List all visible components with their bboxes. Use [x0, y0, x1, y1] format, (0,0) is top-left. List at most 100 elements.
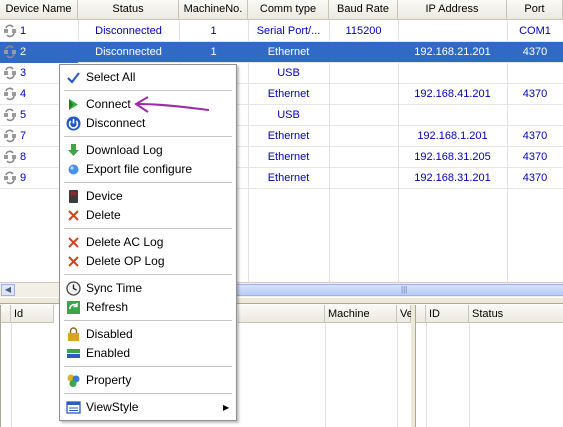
device-name-text: 2	[20, 46, 27, 58]
menu-sync-time[interactable]: Sync Time	[63, 279, 233, 298]
check-icon	[67, 72, 80, 84]
baud-rate-cell	[329, 105, 398, 126]
blue-dot-icon	[68, 164, 79, 175]
device-name-text: 1	[20, 25, 27, 37]
menu-delete-ac-log[interactable]: Delete AC Log	[63, 233, 233, 252]
baud-rate-cell	[329, 84, 398, 105]
menu-enabled-label: Enabled	[86, 346, 131, 360]
device-name-text: 3	[20, 67, 27, 79]
col-id-r[interactable]: ID	[426, 305, 469, 323]
col-device-name[interactable]: Device Name	[0, 0, 78, 20]
status-cell: Disconnected	[95, 25, 162, 37]
col-blank-2[interactable]	[238, 305, 325, 323]
connect-icon	[69, 99, 78, 110]
menu-export-file[interactable]: Export file configure	[63, 160, 233, 179]
comm-type-cell: Ethernet	[267, 46, 310, 58]
ip-address-cell	[398, 21, 507, 42]
clock-icon	[66, 281, 81, 296]
device-link-icon	[4, 45, 16, 59]
col-machine[interactable]: Machine	[325, 305, 397, 323]
col-ip-address[interactable]: IP Address	[398, 0, 507, 20]
device-name-text: 8	[20, 151, 27, 163]
ip-address-cell: 192.168.21.201	[414, 46, 491, 58]
delete-x-icon	[68, 210, 79, 221]
ip-address-cell: 192.168.31.201	[414, 172, 491, 184]
device-link-icon	[4, 24, 16, 38]
menu-disabled[interactable]: Disabled	[63, 325, 233, 344]
device-name-text: 5	[20, 109, 27, 121]
menu-select-all[interactable]: Select All	[63, 68, 233, 87]
menu-device[interactable]: Device	[63, 187, 233, 206]
col-machine-no[interactable]: MachineNo.	[179, 0, 248, 20]
menu-connect-label: Connect	[86, 97, 131, 111]
menu-viewstyle[interactable]: ViewStyle ▶	[63, 398, 233, 417]
menu-refresh-label: Refresh	[86, 300, 129, 314]
port-cell: 4370	[522, 130, 548, 142]
menu-delete-ac-label: Delete AC Log	[86, 235, 164, 249]
enabled-icon	[67, 349, 80, 358]
port-cell: 4370	[522, 151, 548, 163]
baud-rate-cell	[329, 126, 398, 147]
port-cell	[507, 105, 563, 126]
comm-type-cell: Ethernet	[267, 88, 310, 100]
baud-rate-cell: 115200	[345, 25, 382, 37]
baud-rate-cell	[329, 63, 398, 84]
property-icon	[67, 374, 80, 387]
device-link-icon	[4, 66, 16, 80]
refresh-icon	[67, 301, 80, 314]
col-status[interactable]: Status	[78, 0, 179, 20]
port-cell: 4370	[522, 46, 548, 58]
device-name-text: 7	[20, 130, 27, 142]
menu-select-all-label: Select All	[86, 70, 136, 84]
ip-address-cell: 192.168.1.201	[417, 130, 488, 142]
comm-type-cell: USB	[277, 109, 300, 121]
table-row[interactable]: 1 Disconnected 1 Serial Port/... 115200 COM1	[0, 21, 563, 42]
ip-address-cell: 192.168.31.205	[414, 151, 491, 163]
ip-address-cell	[398, 63, 507, 84]
download-arrow-icon	[68, 144, 79, 156]
ip-address-cell: 192.168.41.201	[414, 88, 491, 100]
device-name-cell[interactable]: 2	[0, 42, 78, 63]
menu-connect[interactable]: Connect	[63, 95, 233, 114]
menu-delete[interactable]: Delete	[63, 206, 233, 225]
device-link-icon	[4, 171, 16, 185]
delete-x-icon	[68, 256, 79, 267]
viewstyle-icon	[66, 401, 81, 414]
col-blank-r[interactable]	[416, 305, 426, 323]
menu-delete-op-log[interactable]: Delete OP Log	[63, 252, 233, 271]
power-icon	[66, 116, 81, 131]
col-ve[interactable]: Ve	[397, 305, 413, 323]
port-cell	[507, 63, 563, 84]
scroll-thumb[interactable]: |||	[232, 284, 563, 296]
col-id[interactable]: Id	[11, 305, 54, 323]
comm-type-cell: Ethernet	[267, 151, 310, 163]
baud-rate-cell	[329, 168, 398, 189]
baud-rate-cell	[329, 42, 398, 63]
table-row[interactable]: 2 Disconnected 1 Ethernet 192.168.21.201 4370	[0, 42, 563, 63]
menu-refresh[interactable]: Refresh	[63, 298, 233, 317]
device-name-cell[interactable]: 1	[0, 21, 78, 42]
col-blank[interactable]	[1, 305, 11, 323]
col-port[interactable]: Port	[507, 0, 563, 20]
menu-disconnect[interactable]: Disconnect	[63, 114, 233, 133]
menu-disabled-label: Disabled	[86, 327, 133, 341]
menu-download-log-label: Download Log	[86, 143, 163, 157]
device-link-icon	[4, 129, 16, 143]
menu-property[interactable]: Property	[63, 371, 233, 390]
machine-no-cell: 1	[210, 46, 217, 58]
device-link-icon	[4, 108, 16, 122]
col-comm-type[interactable]: Comm type	[248, 0, 329, 20]
col-status-r[interactable]: Status	[469, 305, 563, 323]
log-pane-right: ID Status	[415, 305, 563, 427]
context-menu: Select All Connect Disconnect Download L…	[59, 64, 237, 421]
menu-download-log[interactable]: Download Log	[63, 141, 233, 160]
comm-type-cell: USB	[277, 67, 300, 79]
machine-no-cell: 1	[210, 25, 217, 37]
menu-enabled[interactable]: Enabled	[63, 344, 233, 363]
scroll-left-icon[interactable]: ◀	[1, 284, 15, 296]
col-baud-rate[interactable]: Baud Rate	[329, 0, 398, 20]
submenu-arrow-icon: ▶	[223, 403, 230, 412]
lock-icon	[68, 327, 79, 341]
menu-disconnect-label: Disconnect	[86, 116, 146, 130]
device-link-icon	[4, 87, 16, 101]
